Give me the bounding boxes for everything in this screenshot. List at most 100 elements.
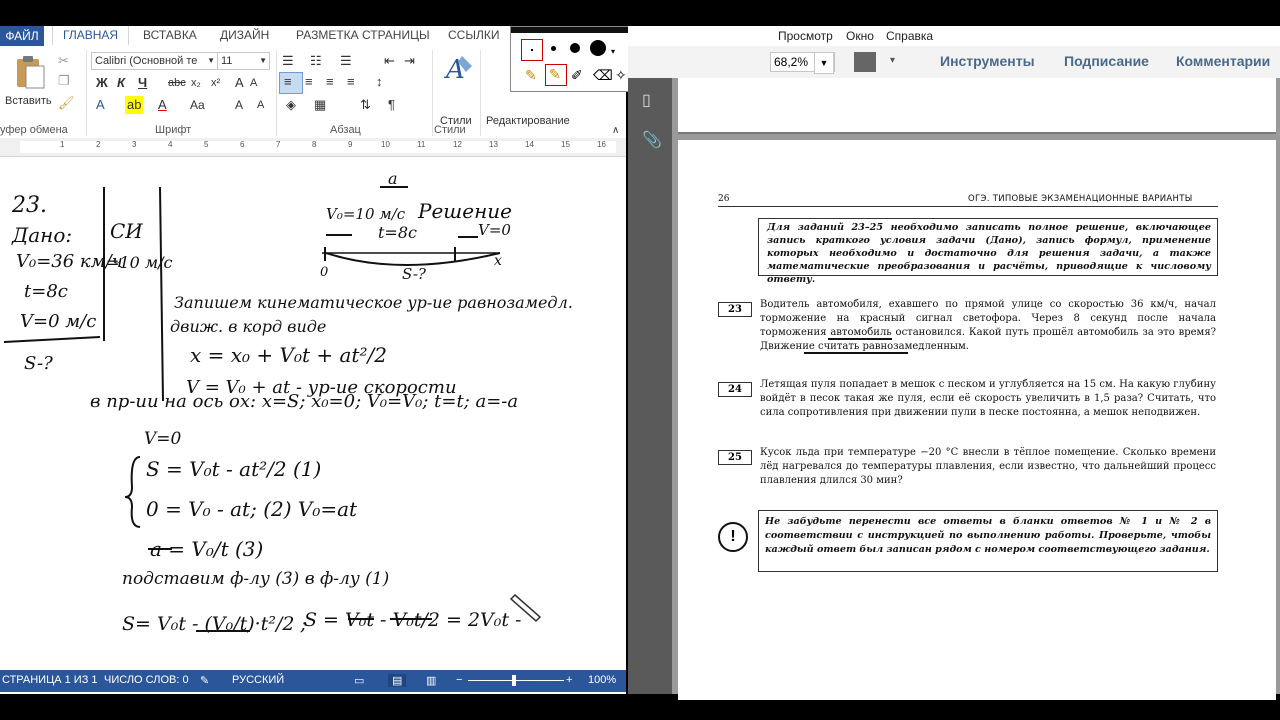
status-bar: СТРАНИЦА 1 ИЗ 1 ЧИСЛО СЛОВ: 0 ✎ РУССКИЙ … bbox=[0, 670, 626, 692]
web-layout-icon[interactable]: ▥ bbox=[426, 674, 436, 687]
bullets-icon[interactable]: ☰ bbox=[282, 52, 294, 70]
styles-icon[interactable]: A bbox=[444, 52, 474, 86]
ruler-tick: 6 bbox=[240, 140, 245, 149]
equation-line-3: x = x₀ + V₀t + at²/2 bbox=[190, 343, 387, 367]
pencil-icon[interactable]: ✎ bbox=[525, 67, 537, 84]
editing-button[interactable]: Редактирование bbox=[486, 112, 570, 130]
tab-references[interactable]: ССЫЛКИ bbox=[448, 28, 499, 42]
menu-view[interactable]: Просмотр bbox=[778, 29, 833, 43]
multilevel-list-icon[interactable]: ☰ bbox=[340, 52, 352, 70]
eraser-icon[interactable]: ⌫ bbox=[593, 67, 613, 84]
zoom-in-icon[interactable]: + bbox=[566, 674, 572, 686]
font-name-combo[interactable]: Calibri (Основной те ▼ bbox=[91, 52, 218, 70]
page-header: ОГЭ. ТИПОВЫЕ ЭКЗАМЕНАЦИОННЫЕ ВАРИАНТЫ bbox=[968, 194, 1193, 204]
zoom-out-icon[interactable]: − bbox=[456, 674, 462, 686]
increase-indent-icon[interactable]: ⇥ bbox=[404, 52, 415, 70]
grow-font-icon[interactable]: A bbox=[235, 74, 244, 92]
problem-number: 23. bbox=[12, 193, 47, 218]
pdf-window: Просмотр Окно Справка 68,2% ▼ ▾ Инструме… bbox=[628, 26, 1280, 700]
pages-icon[interactable]: ▯ bbox=[642, 90, 651, 110]
ruler-tick: 9 bbox=[348, 140, 353, 149]
attachment-icon[interactable]: 📎 bbox=[642, 130, 662, 150]
comments-button[interactable]: Комментарии bbox=[1176, 53, 1270, 69]
toolbar-more-icon[interactable]: ▾ bbox=[890, 55, 895, 66]
italic-button[interactable]: К bbox=[117, 74, 125, 92]
diagram-origin: 0 bbox=[320, 265, 329, 280]
superscript-button[interactable]: x² bbox=[211, 74, 220, 92]
shrink-font-icon[interactable]: A bbox=[250, 74, 257, 92]
print-layout-icon[interactable]: ▤ bbox=[388, 674, 407, 687]
strikethrough-button[interactable]: abc bbox=[168, 74, 186, 92]
paste-icon[interactable] bbox=[14, 54, 46, 90]
marker-icon[interactable]: ✐ bbox=[571, 67, 583, 84]
borders-icon[interactable]: ▦ bbox=[314, 96, 326, 114]
language-indicator[interactable]: РУССКИЙ bbox=[232, 674, 284, 686]
decrease-indent-icon[interactable]: ⇤ bbox=[384, 52, 395, 70]
ruler-tick: 1 bbox=[60, 140, 65, 149]
align-left-icon: ≡ bbox=[284, 74, 292, 89]
task-25-text: Кусок льда при температуре −20 °С внесли… bbox=[760, 447, 1216, 486]
cut-icon[interactable]: ✂ bbox=[58, 52, 69, 70]
tools-button[interactable]: Инструменты bbox=[940, 53, 1035, 69]
size-medium-button[interactable] bbox=[570, 43, 580, 53]
menu-window[interactable]: Окно bbox=[846, 29, 874, 43]
format-painter-icon[interactable]: 🖌 bbox=[58, 94, 75, 112]
tab-design[interactable]: ДИЗАЙН bbox=[220, 28, 269, 42]
sort-icon[interactable]: ⇅ bbox=[360, 96, 371, 114]
zoom-level[interactable]: 100% bbox=[588, 674, 616, 686]
align-center-icon[interactable]: ≡ bbox=[305, 73, 313, 91]
pdf-toolbar: 68,2% ▼ ▾ Инструменты Подписание Коммент… bbox=[628, 46, 1280, 79]
shading-icon[interactable]: ◈ bbox=[286, 96, 296, 114]
font-size-combo[interactable]: 11 ▼ bbox=[217, 52, 270, 70]
proofing-icon[interactable]: ✎ bbox=[200, 674, 209, 687]
size-large-button[interactable] bbox=[590, 40, 606, 56]
zoom-slider-track[interactable] bbox=[468, 680, 564, 681]
paste-button[interactable]: Вставить bbox=[5, 92, 52, 110]
copy-icon[interactable]: ❐ bbox=[58, 72, 70, 90]
font-group-label: Шрифт bbox=[155, 124, 192, 136]
size-tiny-button[interactable] bbox=[521, 39, 543, 61]
read-mode-icon[interactable]: ▭ bbox=[354, 674, 364, 687]
tab-home[interactable]: ГЛАВНАЯ bbox=[52, 26, 130, 45]
page-indicator[interactable]: СТРАНИЦА 1 ИЗ 1 bbox=[2, 674, 98, 686]
underline-annotation bbox=[828, 338, 892, 340]
separator bbox=[86, 50, 87, 136]
highlight-icon[interactable]: ab bbox=[125, 96, 144, 114]
align-right-icon[interactable]: ≡ bbox=[326, 73, 334, 91]
menu-help[interactable]: Справка bbox=[886, 29, 933, 43]
subscript-button[interactable]: x₂ bbox=[191, 74, 201, 92]
bold-button[interactable]: Ж bbox=[96, 74, 108, 92]
pdf-viewport[interactable]: 26 ОГЭ. ТИПОВЫЕ ЭКЗАМЕНАЦИОННЫЕ ВАРИАНТЫ… bbox=[672, 78, 1280, 700]
clear-format-icon[interactable]: A bbox=[235, 96, 243, 114]
tab-insert[interactable]: ВСТАВКА bbox=[143, 28, 197, 42]
fit-page-icon[interactable] bbox=[854, 52, 876, 72]
change-case-icon[interactable]: Aa bbox=[190, 96, 205, 114]
zoom-dropdown[interactable]: ▼ bbox=[814, 52, 834, 74]
tab-file[interactable]: ФАЙЛ bbox=[0, 26, 44, 46]
font-size-value: 11 bbox=[221, 55, 233, 67]
line-spacing-icon[interactable]: ↕ bbox=[376, 73, 383, 91]
chevron-down-icon[interactable]: ▾ bbox=[611, 47, 615, 56]
word-count[interactable]: ЧИСЛО СЛОВ: 0 bbox=[104, 674, 189, 686]
zoom-slider-handle[interactable] bbox=[512, 675, 516, 686]
ruler-tick: 5 bbox=[204, 140, 209, 149]
task-23-text: Водитель автомобиля, ехавшего по прямой … bbox=[760, 299, 1216, 352]
font-color-icon[interactable]: A bbox=[158, 96, 167, 114]
pilcrow-icon[interactable]: ¶ bbox=[388, 96, 395, 114]
underline-button[interactable]: Ч bbox=[138, 74, 147, 92]
phonetic-icon[interactable]: A bbox=[257, 96, 264, 114]
chevron-down-icon: ▼ bbox=[207, 56, 215, 65]
size-small-button[interactable] bbox=[551, 46, 556, 51]
equation-line-1: Запишем кинематическое ур-ие равнозамедл… bbox=[174, 293, 573, 312]
clear-icon[interactable]: ✧ bbox=[615, 67, 627, 84]
text-effects-icon[interactable]: A bbox=[96, 96, 105, 114]
ruler-tick: 8 bbox=[312, 140, 317, 149]
highlighter-icon: ✎ bbox=[549, 66, 561, 82]
tab-layout[interactable]: РАЗМЕТКА СТРАНИЦЫ bbox=[296, 28, 430, 42]
justify-icon[interactable]: ≡ bbox=[347, 73, 355, 91]
pdf-page: 26 ОГЭ. ТИПОВЫЕ ЭКЗАМЕНАЦИОННЫЕ ВАРИАНТЫ… bbox=[678, 140, 1276, 700]
document-area[interactable]: 23. Дано: V₀=36 км/ч t=8с V=0 м/с S-? СИ… bbox=[0, 157, 626, 671]
sign-button[interactable]: Подписание bbox=[1064, 53, 1149, 69]
given-label: Дано: bbox=[12, 223, 73, 247]
numbering-icon[interactable]: ☷ bbox=[310, 52, 322, 70]
